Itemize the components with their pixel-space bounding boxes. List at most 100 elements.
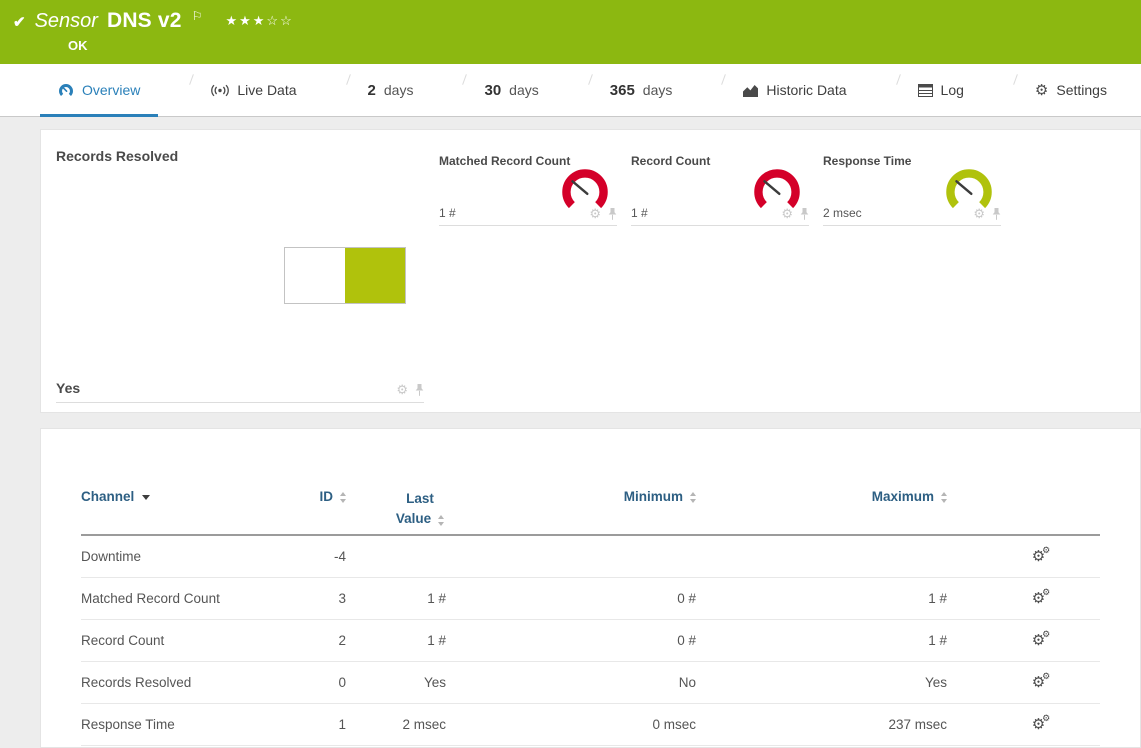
table-row-matched-record-count[interactable]: Matched Record Count 3 1 # 0 # 1 # ⚙⚙ [81,578,1100,620]
tab-bar: Overview Live Data 2 days 30 days 365 da… [0,64,1141,117]
tab-live-data[interactable]: Live Data [193,64,314,116]
overview-panel: Records Resolved Yes ⚙ Matched Record Co… [40,129,1141,413]
tab-label-number: 365 [610,82,635,99]
lookup-channel-title: Records Resolved [56,148,178,164]
flag-icon[interactable]: ⚐ [192,9,203,23]
gear-icon[interactable]: ⚙ [589,207,601,220]
tab-label: days [643,82,673,98]
tab-settings[interactable]: ⚙ Settings [1017,64,1125,116]
tab-label: days [509,82,539,98]
gauge-value: 1 # [439,206,456,220]
tab-log[interactable]: Log [900,64,982,116]
gauge-needle [764,181,779,194]
cell-id: -4 [261,549,346,564]
cell-maximum: 237 msec [696,717,947,732]
gauge-matched-record-count: Matched Record Count 1 # ⚙ [439,154,625,226]
sensor-name: DNS v2 [107,9,182,33]
table-row-records-resolved[interactable]: Records Resolved 0 Yes No Yes ⚙⚙ [81,662,1100,704]
content-area: Records Resolved Yes ⚙ Matched Record Co… [0,117,1141,748]
pin-icon[interactable] [800,208,809,220]
tab-label: Overview [82,82,140,98]
gear-icon[interactable]: ⚙ [396,383,408,396]
channel-settings-gear-icon[interactable]: ⚙⚙ [1032,549,1045,564]
channel-settings-gear-icon[interactable]: ⚙⚙ [1032,633,1045,648]
cell-channel: Matched Record Count [81,591,261,606]
gauge-record-count: Record Count 1 # ⚙ [631,154,817,226]
broadcast-icon [211,84,229,97]
tab-overview[interactable]: Overview [40,64,158,116]
sensor-status-badge: OK [68,38,88,53]
cell-minimum: No [446,675,696,690]
cell-maximum: 1 # [696,633,947,648]
tab-label: Historic Data [766,82,846,98]
cell-maximum: Yes [696,675,947,690]
tab-365-days[interactable]: 365 days [592,64,691,116]
object-kind-label: Sensor [35,10,98,33]
cell-minimum: 0 # [446,591,696,606]
pin-icon[interactable] [608,208,617,220]
column-header-channel[interactable]: Channel [81,489,261,504]
priority-stars[interactable]: ★★★☆☆ [225,13,293,29]
tab-label: days [384,82,414,98]
column-header-id[interactable]: ID [261,489,346,504]
cell-last-value: 1 # [346,633,446,648]
cell-channel: Downtime [81,549,261,564]
gauge-group: Matched Record Count 1 # ⚙ Record [439,154,1009,226]
cell-id: 1 [261,717,346,732]
gauge-icon [58,82,74,98]
channel-settings-gear-icon[interactable]: ⚙⚙ [1032,717,1045,732]
tab-label: Live Data [237,82,296,98]
lookup-swatch [284,247,406,304]
tab-2-days[interactable]: 2 days [350,64,432,116]
cell-maximum: 1 # [696,591,947,606]
column-header-last-value[interactable]: Last Value [346,489,446,528]
cell-channel: Records Resolved [81,675,261,690]
channel-table-header: Channel ID Last Value Minimum Maximum [81,489,1100,536]
gauge-value: 1 # [631,206,648,220]
channel-settings-gear-icon[interactable]: ⚙⚙ [1032,591,1045,606]
sort-icon [941,492,947,503]
cell-id: 3 [261,591,346,606]
gauge-needle [956,181,971,194]
column-header-maximum[interactable]: Maximum [696,489,947,504]
chart-icon [743,84,758,97]
column-header-minimum[interactable]: Minimum [446,489,696,504]
log-list-icon [918,84,933,97]
gauge-arc [950,173,987,205]
cell-minimum: 0 # [446,633,696,648]
swatch-segment-no [285,248,345,303]
table-row-downtime[interactable]: Downtime -4 ⚙⚙ [81,536,1100,578]
tab-label-number: 30 [484,82,501,99]
cell-channel: Record Count [81,633,261,648]
cell-minimum: 0 msec [446,717,696,732]
gauge-needle [572,181,587,194]
gauge-response-time: Response Time 2 msec ⚙ [823,154,1009,226]
gear-icon[interactable]: ⚙ [781,207,793,220]
sensor-header: ✔ Sensor DNS v2 ⚐ ★★★☆☆ OK [0,0,1141,64]
table-row-response-time[interactable]: Response Time 1 2 msec 0 msec 237 msec ⚙… [81,704,1100,746]
cell-id: 0 [261,675,346,690]
lookup-footer: Yes ⚙ [56,380,424,403]
pin-icon[interactable] [415,384,424,396]
pin-icon[interactable] [992,208,1001,220]
lookup-last-value: Yes [56,380,80,396]
gear-icon: ⚙ [1035,83,1048,98]
cell-channel: Response Time [81,717,261,732]
tab-label: Log [941,82,964,98]
tab-30-days[interactable]: 30 days [466,64,556,116]
tab-historic-data[interactable]: Historic Data [725,64,864,116]
gauge-value: 2 msec [823,206,862,220]
channel-settings-gear-icon[interactable]: ⚙⚙ [1032,675,1045,690]
cell-id: 2 [261,633,346,648]
cell-last-value: Yes [346,675,446,690]
sort-icon [438,515,444,526]
tab-label-number: 2 [368,82,376,99]
cell-last-value: 2 msec [346,717,446,732]
swatch-segment-yes [345,248,405,303]
table-row-record-count[interactable]: Record Count 2 1 # 0 # 1 # ⚙⚙ [81,620,1100,662]
gear-icon[interactable]: ⚙ [973,207,985,220]
cell-last-value: 1 # [346,591,446,606]
tab-label: Settings [1056,82,1107,98]
sensor-title-row: ✔ Sensor DNS v2 ⚐ ★★★☆☆ [13,9,1141,33]
channel-table-panel: Channel ID Last Value Minimum Maximum Do… [40,428,1141,748]
